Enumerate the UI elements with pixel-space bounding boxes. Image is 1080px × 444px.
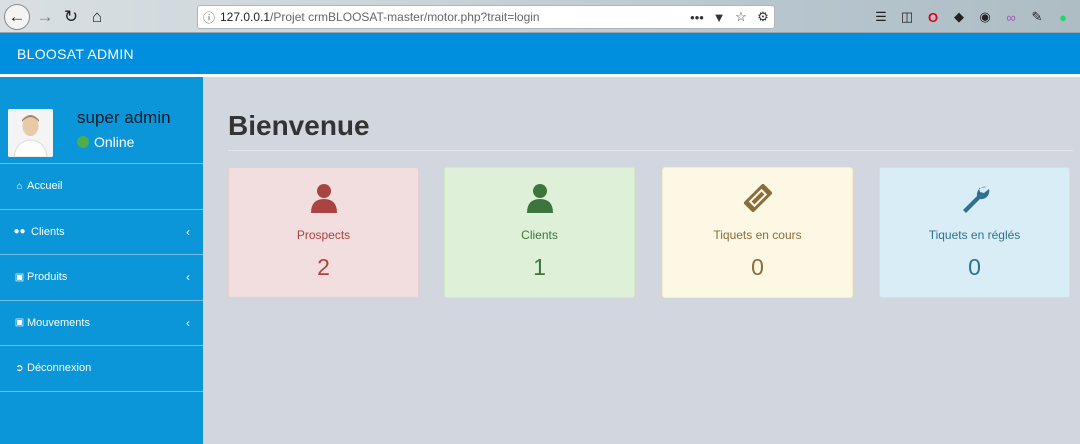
sign-out-icon: ➲ [15, 362, 24, 374]
users-icon: ●● [13, 226, 26, 238]
chevron-left-icon[interactable]: ‹ [186, 270, 190, 284]
url-path: /Projet crmBLOOSAT-master/motor.php?trai… [270, 10, 540, 24]
more-icon[interactable]: ••• [686, 10, 708, 25]
tiquets-regles-card[interactable]: Tiquets en réglés 0 [879, 167, 1070, 298]
gift-icon: ▣ [14, 271, 25, 283]
avatar-image [8, 109, 53, 157]
sidebar-item-label: Déconnexion [27, 362, 92, 375]
page-title: Bienvenue [228, 110, 370, 141]
brand-title[interactable]: BLOOSAT ADMIN [0, 46, 134, 62]
title-divider [228, 150, 1073, 151]
home-icon: ⌂ [16, 180, 23, 192]
wrench-icon [958, 181, 992, 215]
browser-toolbar: ← → ↻ ⌂ ⓘ 127.0.0.1/Projet crmBLOOSAT-ma… [0, 0, 1080, 33]
user-status: Online [77, 134, 134, 150]
user-status-label: Online [94, 134, 135, 150]
clients-card[interactable]: Clients 1 [444, 167, 635, 298]
sidebar-item-produits[interactable]: ▣ Produits ‹ [0, 255, 203, 301]
user-name: super admin [77, 108, 171, 127]
card-value: 1 [533, 254, 546, 280]
tiquets-en-cours-card[interactable]: Tiquets en cours 0 [662, 167, 853, 298]
back-icon[interactable]: ← [4, 4, 30, 30]
ext-icon[interactable]: ∞ [1002, 8, 1020, 26]
user-panel: super admin Online [0, 77, 203, 164]
card-label: Prospects [296, 228, 351, 242]
url-bar[interactable]: ⓘ 127.0.0.1/Projet crmBLOOSAT-master/mot… [197, 5, 775, 29]
sidebar-item-label: Accueil [27, 180, 63, 193]
chevron-left-icon[interactable]: ‹ [186, 316, 190, 330]
opera-icon[interactable]: O [924, 8, 942, 26]
sidebar-item-label: Clients [31, 225, 65, 238]
card-label: Tiquets en cours [713, 228, 802, 242]
url-text[interactable]: 127.0.0.1/Projet crmBLOOSAT-master/motor… [220, 10, 686, 24]
online-status-icon [77, 136, 89, 148]
sidebar-item-deconnexion[interactable]: ➲ Déconnexion [0, 346, 203, 392]
chevron-left-icon[interactable]: ‹ [186, 225, 190, 239]
ticket-icon [741, 181, 775, 215]
sidebar-icon[interactable]: ◫ [898, 8, 916, 26]
sidebar-item-mouvements[interactable]: ▣ Mouvements ‹ [0, 301, 203, 346]
url-host: 127.0.0.1 [220, 10, 271, 24]
vpn-icon[interactable]: ◉ [976, 8, 994, 26]
card-value: 0 [751, 254, 764, 280]
card-label: Tiquets en réglés [928, 228, 1021, 242]
card-value: 2 [317, 254, 330, 280]
sidebar-item-clients[interactable]: ●● Clients ‹ [0, 210, 203, 255]
sidebar-item-label: Produits [27, 271, 68, 284]
library-icon[interactable]: ☰ [872, 8, 890, 26]
app-header: BLOOSAT ADMIN [0, 33, 1080, 74]
prospects-card[interactable]: Prospects 2 [228, 167, 419, 298]
user-icon [307, 181, 341, 215]
pen-icon[interactable]: ✎ [1028, 8, 1046, 26]
sidebar: super admin Online ⌂ Accueil ●● Clients … [0, 77, 203, 444]
location-icon[interactable]: ◆ [950, 8, 968, 26]
sidebar-item-accueil[interactable]: ⌂ Accueil [0, 164, 203, 210]
gift-icon: ▣ [14, 317, 25, 329]
avatar [8, 109, 53, 157]
whatsapp-icon[interactable]: ● [1054, 8, 1072, 26]
info-icon[interactable]: ⓘ [198, 9, 220, 26]
card-label: Clients [521, 228, 558, 242]
forward-icon[interactable]: → [34, 6, 56, 28]
card-value: 0 [968, 254, 981, 280]
user-icon [523, 181, 557, 215]
star-icon[interactable]: ☆ [730, 9, 752, 25]
sidebar-item-label: Mouvements [27, 316, 90, 329]
reload-icon[interactable]: ↻ [60, 6, 82, 28]
pocket-icon[interactable]: ▼ [708, 10, 730, 25]
main-content: Bienvenue Prospects 2 Clients 1 Tiquets … [203, 77, 1080, 444]
extension-icon[interactable]: ⚙ [752, 9, 774, 25]
home-icon[interactable]: ⌂ [86, 6, 108, 28]
